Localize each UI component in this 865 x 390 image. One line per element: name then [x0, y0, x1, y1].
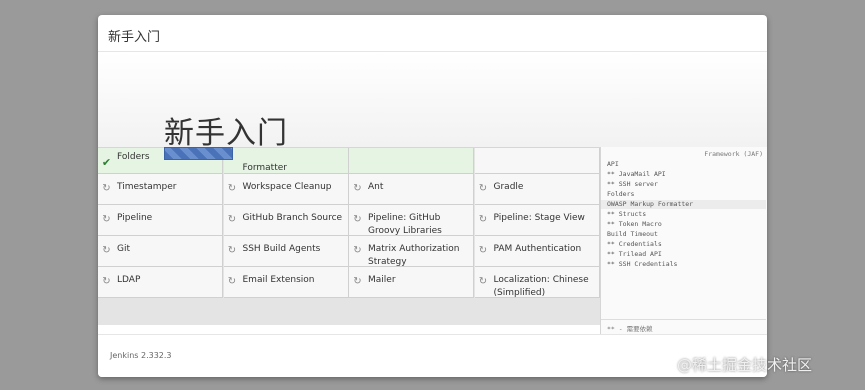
plugin-cell: ✔Formatter [223, 148, 349, 174]
plugin-cell: ↻ Workspace Cleanup [223, 174, 349, 205]
setup-wizard-dialog: 新手入门 新手入门 ✔Folders✔Formatter✔↻↻Timestamp… [98, 15, 767, 377]
plugin-cell: ↻ Git [98, 236, 223, 267]
log-line: ** Credentials [607, 240, 662, 248]
refresh-icon: ↻ [102, 276, 111, 287]
log-line: ** JavaMail API [607, 170, 666, 178]
plugin-cell: ↻ Pipeline: Stage View [474, 205, 600, 236]
plugin-name: Pipeline: GitHub Groovy Libraries [368, 213, 442, 236]
plugin-cell: ✔ [349, 148, 474, 174]
refresh-icon: ↻ [227, 183, 237, 194]
log-line: ** SSH server [607, 180, 658, 188]
refresh-icon: ↻ [227, 214, 237, 225]
refresh-icon: ↻ [102, 183, 111, 194]
log-line: OWASP Markup Formatter [601, 200, 766, 209]
refresh-icon: ↻ [227, 276, 237, 287]
plugin-cell: ↻ Pipeline [98, 205, 223, 236]
log-line: ** Token Macro [607, 220, 662, 228]
plugin-cell: ↻ Gradle [474, 174, 600, 205]
plugin-name: SSH Build Agents [242, 244, 321, 254]
dialog-footer: Jenkins 2.332.3 [98, 334, 767, 377]
plugin-name: LDAP [117, 275, 141, 285]
plugin-name: PAM Authentication [493, 244, 582, 254]
plugin-name: Pipeline [117, 213, 153, 223]
plugin-name: Ant [368, 182, 384, 192]
install-progress-bar [164, 147, 233, 160]
plugin-cell: ↻ GitHub Branch Source [223, 205, 349, 236]
plugin-cell: ↻ Ant [349, 174, 474, 205]
refresh-icon: ↻ [227, 245, 237, 256]
refresh-icon: ↻ [102, 245, 111, 256]
refresh-icon: ↻ [353, 183, 362, 194]
log-line: Build Timeout [607, 230, 658, 238]
plugin-name: Workspace Cleanup [242, 182, 332, 192]
hero-banner: 新手入门 [98, 52, 767, 151]
plugin-cell: ↻ [474, 148, 600, 174]
plugin-cell: ↻ PAM Authentication [474, 236, 600, 267]
plugin-install-grid: ✔Folders✔Formatter✔↻↻Timestamper↻Workspa… [98, 147, 600, 325]
plugin-cell: ↻ Mailer [349, 267, 474, 298]
plugin-cell: ↻ Localization: Chinese (Simplified) [474, 267, 600, 298]
check-icon: ✔ [101, 156, 112, 169]
plugin-name: Pipeline: Stage View [493, 213, 585, 223]
dialog-header: 新手入门 [98, 15, 767, 52]
plugin-name: Mailer [368, 275, 396, 285]
log-line: Folders [607, 190, 635, 198]
refresh-icon: ↻ [478, 214, 488, 225]
plugin-name: Localization: Chinese (Simplified) [493, 275, 589, 298]
log-top-line: Framework (JAF) [704, 150, 763, 158]
plugin-cell: ↻ Matrix Authorization Strategy [349, 236, 474, 267]
log-line: ** Structs [607, 210, 647, 218]
plugin-cell: ↻ Email Extension [223, 267, 349, 298]
install-log-panel[interactable]: Framework (JAF) ** - 需要依赖 API ** JavaMail… [600, 147, 767, 334]
log-line: API [607, 160, 619, 168]
refresh-icon: ↻ [478, 183, 488, 194]
refresh-icon: ↻ [102, 214, 111, 225]
dialog-title: 新手入门 [108, 30, 161, 45]
plugin-name: Gradle [493, 182, 524, 192]
plugin-name: Email Extension [242, 275, 315, 285]
plugin-name: Git [117, 244, 131, 254]
plugin-cell: ↻ LDAP [98, 267, 223, 298]
refresh-icon: ↻ [353, 276, 362, 287]
plugin-name: Timestamper [117, 182, 177, 192]
plugin-name: Matrix Authorization Strategy [368, 244, 460, 267]
plugin-cell: ↻ Pipeline: GitHub Groovy Libraries [349, 205, 474, 236]
refresh-icon: ↻ [353, 214, 362, 225]
jenkins-version: Jenkins 2.332.3 [110, 351, 172, 360]
refresh-icon: ↻ [353, 245, 362, 256]
refresh-icon: ↻ [478, 276, 488, 287]
plugin-cell: ↻ SSH Build Agents [223, 236, 349, 267]
page-title: 新手入门 [164, 116, 288, 151]
log-line: ** SSH Credentials [607, 260, 678, 268]
refresh-icon: ↻ [478, 245, 488, 256]
plugin-cell: ↻ Timestamper [98, 174, 223, 205]
log-line: ** Trilead API [607, 250, 662, 258]
watermark-text: @稀土掘金技术社区 [677, 356, 813, 374]
plugin-name: GitHub Branch Source [242, 213, 343, 223]
